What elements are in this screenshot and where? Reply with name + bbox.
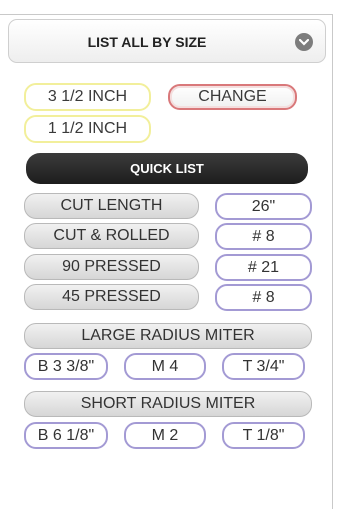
large-radius-b-value: B 3 3/8" <box>24 353 108 380</box>
quick-list-button[interactable]: QUICK LIST <box>26 153 308 184</box>
45-pressed-label: 45 PRESSED <box>24 284 199 310</box>
cut-rolled-label: CUT & ROLLED <box>24 223 199 249</box>
size-b-field[interactable]: 1 1/2 INCH <box>24 115 151 143</box>
size-list-dropdown[interactable]: LIST ALL BY SIZE <box>8 19 326 63</box>
short-radius-b-value: B 6 1/8" <box>24 422 108 449</box>
cut-length-value: 26" <box>215 193 312 220</box>
90-pressed-value: # 21 <box>215 254 312 281</box>
90-pressed-label: 90 PRESSED <box>24 254 199 280</box>
cut-rolled-value: # 8 <box>215 223 312 250</box>
short-radius-m-value: M 2 <box>124 422 206 449</box>
size-a-field[interactable]: 3 1/2 INCH <box>24 83 151 111</box>
short-radius-t-value: T 1/8" <box>222 422 305 449</box>
large-radius-miter-label: LARGE RADIUS MITER <box>24 323 312 349</box>
large-radius-t-value: T 3/4" <box>222 353 305 380</box>
short-radius-miter-label: SHORT RADIUS MITER <box>24 391 312 417</box>
dropdown-title: LIST ALL BY SIZE <box>87 34 207 50</box>
large-radius-m-value: M 4 <box>124 353 206 380</box>
change-button[interactable]: CHANGE <box>168 84 297 110</box>
cut-length-label: CUT LENGTH <box>24 193 199 219</box>
45-pressed-value: # 8 <box>215 284 312 311</box>
chevron-down-icon <box>295 33 313 51</box>
